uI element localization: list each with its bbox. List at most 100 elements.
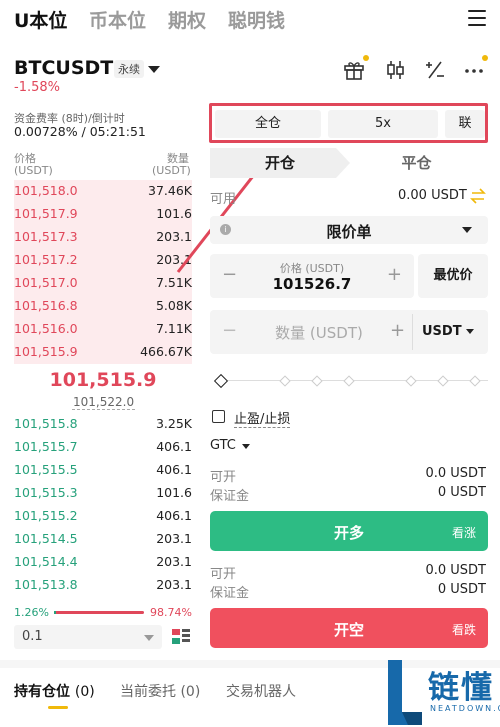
ask-row[interactable]: 101,517.0 7.51K [14,272,192,295]
slider-tick[interactable] [311,375,323,387]
open-short-sublabel: 看跌 [451,623,476,637]
bid-row[interactable]: 101,513.8 203.1 [14,574,192,597]
tab-smart-money[interactable]: 聪明钱 [228,6,285,33]
long-can-open-label: 可开 [210,470,237,485]
ask-row[interactable]: 101,516.0 7.11K [14,318,192,341]
short-margin-label: 保证金 [210,586,250,601]
bid-price: 101,515.2 [14,508,78,523]
top-nav: U本位 币本位 期权 聪明钱 [0,0,500,44]
open-short-button[interactable]: 开空 看跌 [210,608,488,648]
open-long-button[interactable]: 开多 看涨 [210,511,488,551]
short-can-open-label: 可开 [210,567,237,582]
ask-price: 101,515.9 [14,344,78,359]
ask-row[interactable]: 101,518.0 37.46K [14,180,192,203]
decrease-qty-button[interactable]: − [222,320,237,341]
long-margin-label: 保证金 [210,489,250,504]
depth-select[interactable]: 0.1 [14,625,162,649]
bid-row[interactable]: 101,515.2 406.1 [14,505,192,528]
ask-price: 101,517.0 [14,275,78,290]
orderbook-layout-icon[interactable] [172,628,190,646]
slider-tick[interactable] [343,375,355,387]
bid-qty: 406.1 [156,439,192,454]
transfer-icon[interactable] [470,188,486,204]
slider-tick[interactable] [405,375,417,387]
buy-ratio: 1.26% [14,606,49,619]
price-unit: (USDT) [14,164,53,177]
tab-positions[interactable]: 持有仓位 (0) [14,681,95,701]
quantity-unit[interactable]: USDT [422,324,462,339]
bid-row[interactable]: 101,514.5 203.1 [14,528,192,551]
bid-row[interactable]: 101,515.3 101.6 [14,482,192,505]
tif-dropdown-icon[interactable] [242,444,250,449]
bid-row[interactable]: 101,514.4 203.1 [14,551,192,574]
ask-price: 101,517.3 [14,229,78,244]
tab-coin-margined[interactable]: 币本位 [89,6,146,33]
sell-ratio: 98.74% [150,606,192,619]
ask-row[interactable]: 101,516.8 5.08K [14,295,192,318]
increase-qty-button[interactable]: + [390,320,405,341]
open-long-label: 开多 [333,524,364,542]
tab-close-position[interactable]: 平仓 [345,148,488,178]
bid-row[interactable]: 101,515.5 406.1 [14,459,192,482]
order-type-select[interactable]: i 限价单 [210,216,488,244]
menu-icon[interactable] [468,10,486,26]
long-margin-value: 0 USDT [437,485,486,500]
bid-price: 101,515.8 [14,416,78,431]
bid-qty: 406.1 [156,462,192,477]
time-in-force-select[interactable]: GTC [210,438,236,453]
slider-tick[interactable] [469,375,481,387]
open-long-sublabel: 看涨 [451,526,476,540]
calculator-icon[interactable] [423,58,447,82]
active-tab-indicator [48,706,68,709]
price-input-value: 101526.7 [272,275,352,293]
price-input-label: 价格 (USDT) [279,262,345,275]
available-label: 可用 [210,192,237,207]
pair-symbol[interactable]: BTCUSDT [14,57,113,79]
tp-sl-label[interactable]: 止盈/止损 [234,408,291,428]
slider-tick[interactable] [437,375,449,387]
bid-price: 101,515.5 [14,462,78,477]
funding-value: 0.00728% / 05:21:51 [14,124,146,139]
ask-qty: 5.08K [155,298,192,313]
watermark-logo: 链懂 NEATDOWN.COM [386,658,500,727]
available-value: 0.00 USDT [398,188,467,203]
price-input[interactable]: − 价格 (USDT) 101526.7 + [210,254,414,298]
candlestick-icon[interactable] [383,58,407,82]
bid-row[interactable]: 101,515.8 3.25K [14,413,192,436]
bid-qty: 101.6 [156,485,192,500]
ask-row[interactable]: 101,517.2 203.1 [14,249,192,272]
tab-usdt-margined[interactable]: U本位 [14,6,67,33]
increase-price-button[interactable]: + [387,264,402,285]
bid-price: 101,514.5 [14,531,78,546]
open-short-label: 开空 [333,621,364,639]
bid-price: 101,514.4 [14,554,78,569]
quantity-input[interactable]: − 数量 (USDT) + USDT [210,310,488,354]
pair-dropdown-icon[interactable] [148,66,160,73]
chevron-down-icon [462,227,472,233]
bid-qty: 203.1 [156,577,192,592]
slider-handle[interactable] [213,373,229,389]
ask-qty: 7.11K [155,321,192,336]
bid-qty: 203.1 [156,554,192,569]
tab-options[interactable]: 期权 [168,6,206,33]
tab-open-position[interactable]: 开仓 [210,148,350,178]
ask-row[interactable]: 101,517.9 101.6 [14,203,192,226]
quantity-placeholder: 数量 (USDT) [275,324,363,342]
ask-row[interactable]: 101,517.3 203.1 [14,226,192,249]
logo-l-icon [388,660,422,725]
tab-trading-bots[interactable]: 交易机器人 [226,681,296,701]
more-icon[interactable] [462,55,488,82]
best-price-button[interactable]: 最优价 [418,254,488,298]
tp-sl-checkbox[interactable] [212,410,225,423]
gift-icon[interactable] [342,55,369,82]
ask-row[interactable]: 101,515.9 466.67K [14,341,192,364]
long-can-open-value: 0.0 USDT [425,466,486,481]
unit-dropdown-icon[interactable] [466,329,474,334]
ask-price: 101,516.8 [14,298,78,313]
bid-row[interactable]: 101,515.7 406.1 [14,436,192,459]
watermark-text: 链懂 [428,670,494,706]
slider-tick[interactable] [279,375,291,387]
tab-open-orders[interactable]: 当前委托 (0) [120,681,200,701]
bid-price: 101,515.7 [14,439,78,454]
order-type-label: 限价单 [326,223,372,241]
